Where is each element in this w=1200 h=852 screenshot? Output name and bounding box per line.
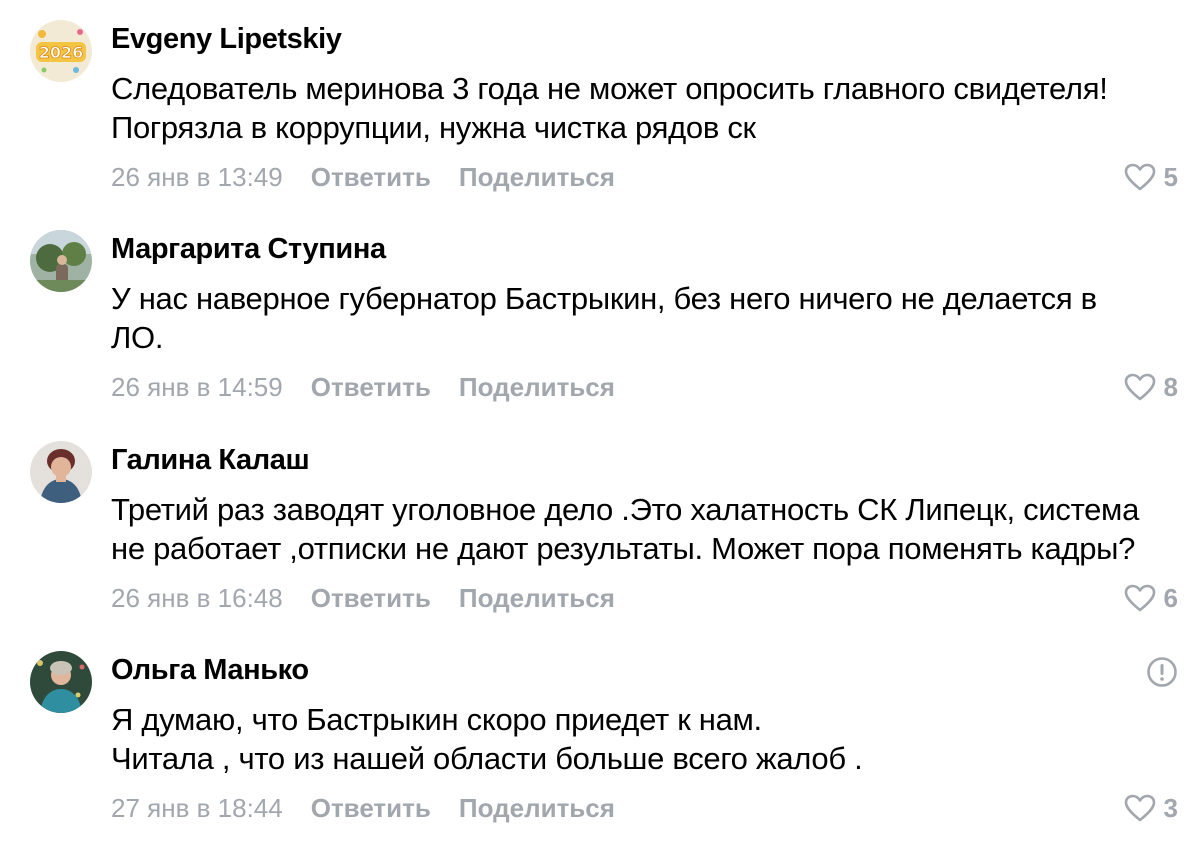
comment-text: У нас наверное губернатор Бастрыкин, без…: [111, 279, 1181, 357]
heart-icon: [1124, 584, 1155, 612]
reply-button[interactable]: Ответить: [311, 793, 431, 824]
avatar-2026-badge-icon: 2026: [30, 20, 92, 82]
avatar[interactable]: [30, 230, 92, 292]
comment-meta: 27 янв в 18:44 Ответить Поделиться: [111, 790, 615, 826]
comments-list: 2026 Evgeny Lipetskiy Следователь мерино…: [0, 0, 1200, 852]
comment-text-line: Следователь меринова 3 года не может опр…: [111, 71, 1108, 106]
comment-text-line: ЛО.: [111, 320, 164, 355]
comment-item: Маргарита Ступина У нас наверное губерна…: [0, 210, 1200, 410]
like-button[interactable]: 8: [1124, 369, 1178, 405]
comment-text-line: Читала , что из нашей области больше все…: [111, 741, 863, 776]
reply-button[interactable]: Ответить: [311, 162, 431, 193]
comment-date[interactable]: 26 янв в 14:59: [111, 372, 283, 403]
like-button[interactable]: 5: [1124, 159, 1178, 195]
like-count: 3: [1163, 792, 1178, 823]
comment-date[interactable]: 26 янв в 13:49: [111, 162, 283, 193]
avatar-badge-text: 2026: [39, 43, 84, 62]
avatar[interactable]: 2026: [30, 20, 92, 82]
comment-item: 2026 Evgeny Lipetskiy Следователь мерино…: [0, 0, 1200, 200]
avatar[interactable]: [30, 441, 92, 503]
share-button[interactable]: Поделиться: [459, 162, 615, 193]
comment-date[interactable]: 27 янв в 18:44: [111, 793, 283, 824]
comment-item: Галина Калаш Третий раз заводят уголовно…: [0, 421, 1200, 621]
avatar[interactable]: [30, 651, 92, 713]
comment-author[interactable]: Галина Калаш: [111, 444, 310, 477]
share-button[interactable]: Поделиться: [459, 372, 615, 403]
comment-author[interactable]: Ольга Манько: [111, 654, 309, 687]
avatar-photo-icon: [30, 441, 92, 503]
comment-text-line: Я думаю, что Бастрыкин скоро приедет к н…: [111, 702, 762, 737]
heart-icon: [1124, 163, 1155, 191]
like-count: 5: [1163, 161, 1178, 192]
reply-button[interactable]: Ответить: [311, 372, 431, 403]
comment-text-line: Погрязла в коррупции, нужна чистка рядов…: [111, 110, 756, 145]
comment-meta: 26 янв в 13:49 Ответить Поделиться: [111, 159, 615, 195]
heart-icon: [1124, 373, 1155, 401]
like-button[interactable]: 6: [1124, 580, 1178, 616]
avatar-photo-icon: [30, 651, 92, 713]
comment-text: Я думаю, что Бастрыкин скоро приедет к н…: [111, 700, 1181, 778]
comment-text: Третий раз заводят уголовное дело .Это х…: [111, 490, 1181, 568]
report-exclamation-icon: [1147, 657, 1177, 687]
comment-item: Ольга Манько Я думаю, что Бастрыкин скор…: [0, 631, 1200, 831]
comment-meta: 26 янв в 16:48 Ответить Поделиться: [111, 580, 615, 616]
comment-text-line: У нас наверное губернатор Бастрыкин, без…: [111, 281, 1097, 316]
comment-author[interactable]: Маргарита Ступина: [111, 233, 386, 266]
avatar-photo-icon: [30, 230, 92, 292]
like-count: 6: [1163, 582, 1178, 613]
comment-text: Следователь меринова 3 года не может опр…: [111, 69, 1181, 147]
comment-meta: 26 янв в 14:59 Ответить Поделиться: [111, 369, 615, 405]
like-count: 8: [1163, 371, 1178, 402]
report-button[interactable]: [1146, 656, 1178, 688]
share-button[interactable]: Поделиться: [459, 583, 615, 614]
comment-author[interactable]: Evgeny Lipetskiy: [111, 23, 342, 56]
comment-text-line: Третий раз заводят уголовное дело .Это х…: [111, 492, 1140, 527]
like-button[interactable]: 3: [1124, 790, 1178, 826]
comment-text-line: не работает ,отписки не дают результаты.…: [111, 531, 1136, 566]
comment-date[interactable]: 26 янв в 16:48: [111, 583, 283, 614]
share-button[interactable]: Поделиться: [459, 793, 615, 824]
reply-button[interactable]: Ответить: [311, 583, 431, 614]
heart-icon: [1124, 794, 1155, 822]
